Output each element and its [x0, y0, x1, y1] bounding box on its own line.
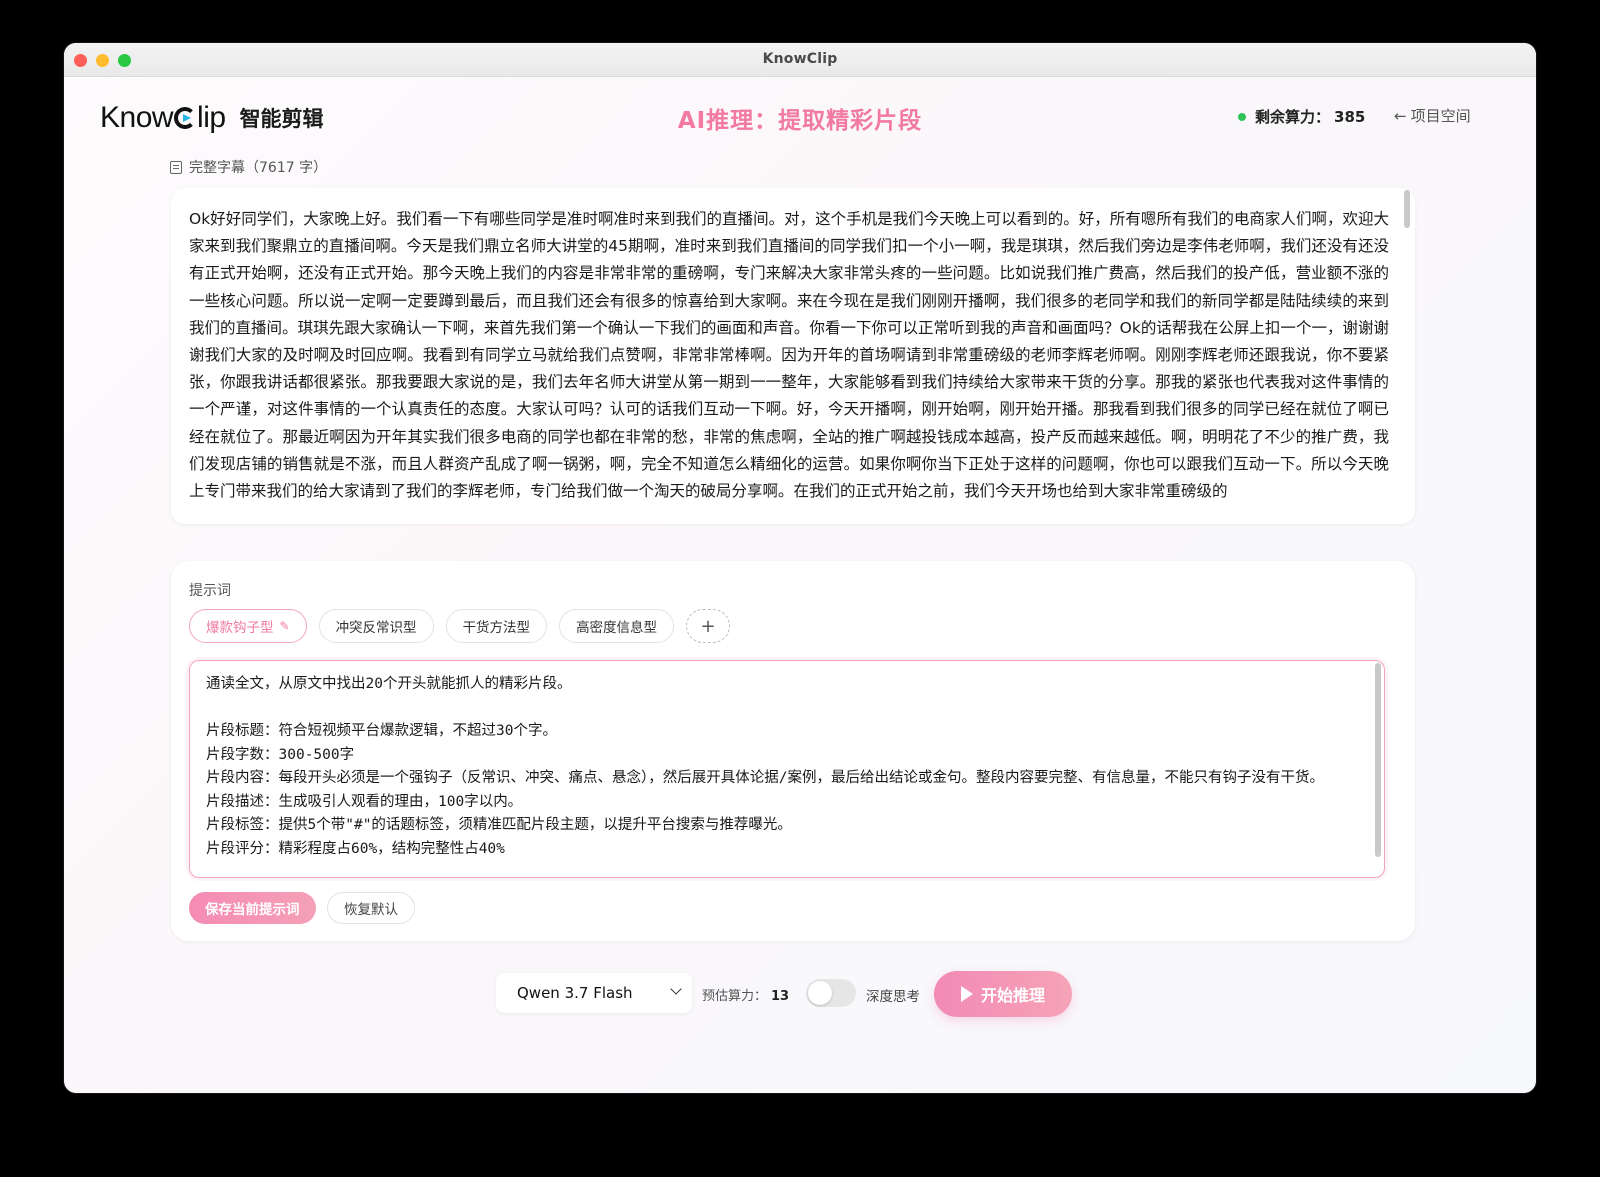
edit-pencil-icon[interactable]: ✎	[280, 619, 290, 633]
deep-thinking-toggle[interactable]	[806, 979, 856, 1007]
prompt-editor[interactable]: 通读全文，从原文中找出20个开头就能抓人的精彩片段。 片段标题：符合短视频平台爆…	[189, 660, 1385, 878]
chip-dense-info-template[interactable]: 高密度信息型	[559, 609, 675, 643]
app-window: KnowClip Know lip 智能剪辑 AI推理：提取精彩片段 剩余算力： …	[64, 43, 1536, 1093]
arrow-left-icon: ←	[1394, 106, 1407, 125]
back-link-label: 项目空间	[1410, 107, 1471, 125]
chip-label: 冲突反常识型	[335, 620, 417, 636]
transcript-panel[interactable]: Ok好好同学们，大家晚上好。我们看一下有哪些同学是准时啊准时来到我们的直播间。对…	[171, 188, 1415, 524]
prompt-panel: 提示词 爆款钩子型 ✎ 冲突反常识型 干货方法型 高密度信息型 + 通读全文，从…	[171, 561, 1415, 941]
model-select-value: Qwen 3.7 Flash	[517, 984, 633, 1002]
deep-thinking-label: 深度思考	[866, 989, 920, 1005]
prompt-text[interactable]: 通读全文，从原文中找出20个开头就能抓人的精彩片段。 片段标题：符合短视频平台爆…	[206, 673, 1366, 861]
chip-method-template[interactable]: 干货方法型	[445, 609, 548, 643]
reset-default-button[interactable]: 恢复默认	[327, 892, 415, 924]
credits-indicator: 剩余算力： 385	[1238, 106, 1365, 127]
estimated-credits: 预估算力： 13	[702, 985, 789, 1004]
status-dot-icon	[1238, 112, 1246, 121]
est-label: 预估算力：	[702, 989, 768, 1004]
start-label: 开始推理	[980, 986, 1045, 1005]
back-to-projects-link[interactable]: ← 项目空间	[1394, 105, 1471, 126]
chip-hook-template[interactable]: 爆款钩子型 ✎	[189, 609, 307, 643]
transcript-header: 完整字幕（7617 字）	[170, 157, 327, 177]
chip-conflict-template[interactable]: 冲突反常识型	[318, 609, 434, 643]
est-value: 13	[771, 989, 790, 1004]
window-title: KnowClip	[762, 51, 838, 67]
save-prompt-button[interactable]: 保存当前提示词	[189, 892, 316, 924]
prompt-label: 提示词	[189, 583, 231, 599]
document-icon	[170, 160, 182, 174]
chip-label: 爆款钩子型	[206, 620, 274, 636]
chevron-down-icon	[670, 983, 682, 995]
credits-value: 385	[1334, 107, 1366, 126]
prompt-template-chips: 爆款钩子型 ✎ 冲突反常识型 干货方法型 高密度信息型 +	[189, 609, 731, 643]
chip-label: 干货方法型	[462, 620, 531, 636]
chip-label: 高密度信息型	[576, 620, 658, 636]
credits-label: 剩余算力：	[1255, 108, 1331, 126]
add-template-button[interactable]: +	[686, 609, 731, 643]
model-select[interactable]: Qwen 3.7 Flash	[496, 973, 692, 1013]
transcript-text: Ok好好同学们，大家晚上好。我们看一下有哪些同学是准时啊准时来到我们的直播间。对…	[189, 210, 1389, 501]
transcript-scrollbar[interactable]	[1404, 190, 1410, 228]
start-inference-button[interactable]: 开始推理	[934, 971, 1072, 1017]
play-icon	[960, 986, 973, 1002]
toggle-knob	[808, 981, 832, 1005]
title-bar: KnowClip	[64, 43, 1536, 77]
transcript-label: 完整字幕（7617 字）	[189, 160, 328, 176]
prompt-scrollbar[interactable]	[1375, 663, 1381, 857]
